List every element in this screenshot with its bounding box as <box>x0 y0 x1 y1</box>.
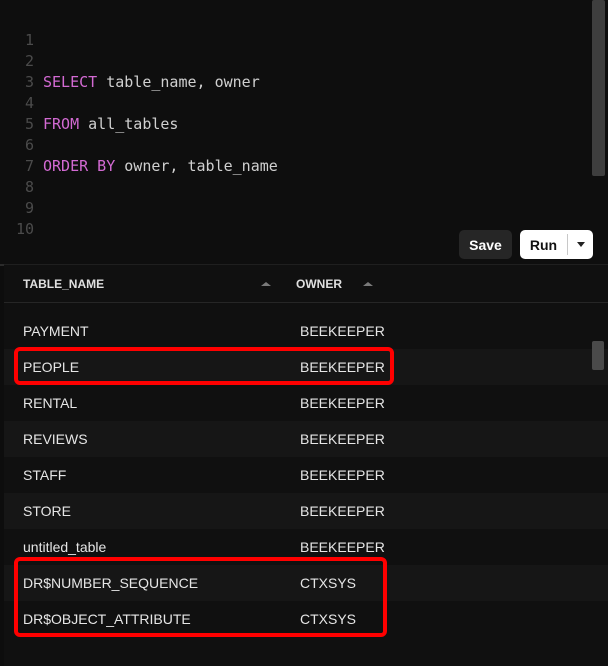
cell-table-name: REVIEWS <box>23 431 88 447</box>
cell-table-name: RENTAL <box>23 395 78 411</box>
highlight-box-people <box>14 347 394 385</box>
cell-owner: BEEKEEPER <box>300 503 385 519</box>
sort-asc-icon[interactable] <box>363 282 373 286</box>
line-number: 10 <box>15 220 34 238</box>
sql-keyword: FROM <box>43 115 80 133</box>
editor-line: 9 <box>0 177 36 217</box>
cell-owner: BEEKEEPER <box>300 323 385 339</box>
table-row[interactable]: STAFF BEEKEEPER <box>4 457 608 493</box>
editor-line: 1 <box>0 9 36 49</box>
table-row[interactable]: RENTAL BEEKEEPER <box>4 385 608 421</box>
run-button[interactable]: Run <box>520 230 567 259</box>
editor-line: 7 <box>0 135 36 175</box>
cell-owner: BEEKEEPER <box>300 467 385 483</box>
run-button-group: Run <box>520 230 593 259</box>
sql-text: table_name, owner <box>97 73 260 91</box>
column-header-table-name[interactable]: TABLE_NAME <box>23 265 104 303</box>
cell-table-name: STAFF <box>23 467 67 483</box>
editor-line: 6 ORDER BY owner, table_name <box>0 114 278 175</box>
cell-table-name: STORE <box>23 503 71 519</box>
editor-line: 8 <box>0 156 36 196</box>
table-header: TABLE_NAME OWNER <box>4 265 608 303</box>
editor-scrollbar[interactable] <box>592 0 605 176</box>
editor-line: 5 <box>0 93 36 133</box>
table-row[interactable]: STORE BEEKEEPER <box>4 493 608 529</box>
table-row[interactable]: PAYMENT BEEKEEPER <box>4 313 608 349</box>
sql-editor[interactable]: 1 2 SELECT table_name, owner 3 4 FROM al… <box>0 0 608 264</box>
table-row[interactable]: REVIEWS BEEKEEPER <box>4 421 608 457</box>
chevron-down-icon <box>576 242 585 247</box>
sql-text: owner, table_name <box>115 157 278 175</box>
run-options-dropdown[interactable] <box>568 230 593 259</box>
results-scrollbar[interactable] <box>592 341 604 370</box>
column-header-owner[interactable]: OWNER <box>296 265 342 303</box>
cell-table-name: PAYMENT <box>23 323 89 339</box>
cell-owner: BEEKEEPER <box>300 431 385 447</box>
sql-keyword: ORDER BY <box>43 157 116 175</box>
save-button[interactable]: Save <box>459 230 512 259</box>
editor-line: 4 FROM all_tables <box>0 72 179 133</box>
cell-owner: BEEKEEPER <box>300 395 385 411</box>
sort-asc-icon[interactable] <box>261 282 271 286</box>
editor-line: 10 <box>0 198 36 238</box>
sql-text: all_tables <box>79 115 179 133</box>
highlight-box-ctxsys <box>14 557 387 637</box>
editor-line: 2 SELECT table_name, owner <box>0 30 260 91</box>
editor-line: 3 <box>0 51 36 91</box>
sql-keyword: SELECT <box>43 73 98 91</box>
